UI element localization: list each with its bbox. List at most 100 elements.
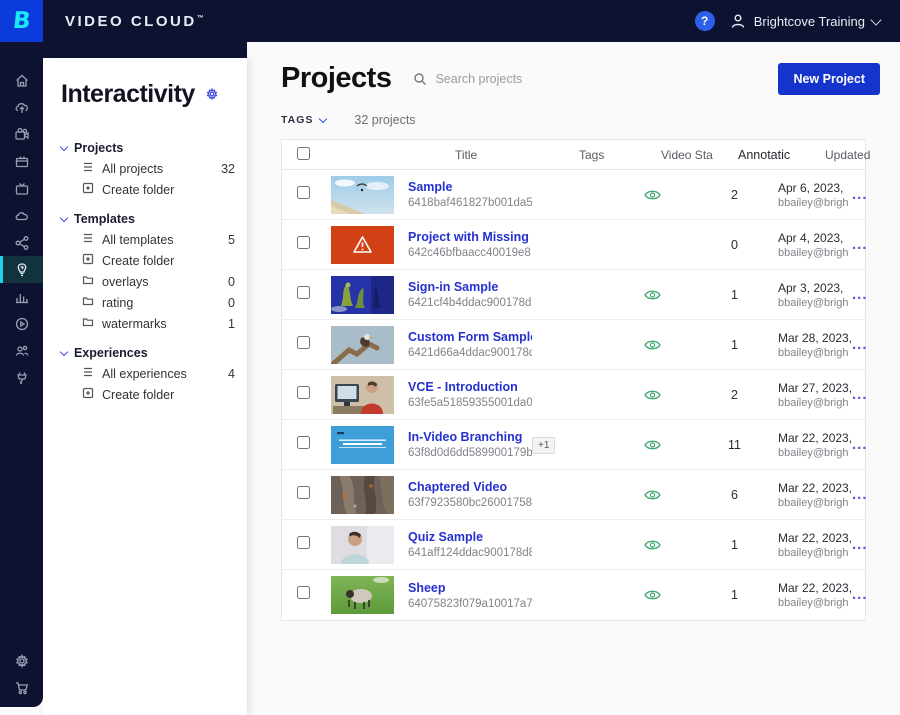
updated-by: bbailey@brigh [778, 197, 852, 209]
thumbnail-presenter-at-desk[interactable] [331, 376, 394, 414]
thumbnail-paraglider-beach[interactable] [331, 176, 394, 214]
row-checkbox[interactable] [297, 536, 310, 549]
brightcove-logo[interactable]: B [0, 0, 43, 42]
left-icon-rail [0, 42, 43, 707]
list-icon [82, 365, 94, 383]
cloud-icon [14, 208, 30, 224]
project-title-link[interactable]: Project with Missing V [408, 230, 532, 244]
row-checkbox[interactable] [297, 486, 310, 499]
thumbnail-eagle-on-branch[interactable] [331, 326, 394, 364]
project-title-link[interactable]: Sign-in Sample [408, 280, 532, 294]
video-active-eye-icon [644, 489, 661, 501]
rail-item-interactivity[interactable] [0, 256, 43, 283]
updated-date: Mar 22, 2023, [778, 581, 852, 595]
thumbnail-blue-title-slide[interactable] [331, 426, 394, 464]
help-icon[interactable]: ? [695, 11, 715, 31]
row-checkbox[interactable] [297, 386, 310, 399]
tree-head-projects[interactable]: Projects [61, 137, 247, 158]
col-header-video-status[interactable]: Video Sta [661, 148, 738, 162]
sidebar-item-create-folder-experiences[interactable]: Create folder [61, 384, 239, 405]
row-menu-button[interactable]: ... [852, 342, 868, 348]
add-folder-icon [82, 386, 94, 404]
new-project-button[interactable]: New Project [778, 63, 880, 95]
chevron-down-icon [60, 347, 68, 355]
row-menu-button[interactable]: ... [852, 442, 868, 448]
rail-item-playlists[interactable] [0, 148, 43, 175]
add-folder-icon [82, 181, 94, 199]
col-header-title[interactable]: Title [455, 148, 579, 162]
sidebar-item-all-projects[interactable]: All projects 32 [61, 158, 239, 179]
project-title-link[interactable]: Sheep [408, 581, 532, 595]
search-input[interactable] [435, 72, 585, 86]
shopping-cart-icon [14, 680, 30, 696]
sidebar-item-all-templates[interactable]: All templates 5 [61, 229, 239, 250]
row-checkbox[interactable] [297, 236, 310, 249]
rail-item-upload[interactable] [0, 94, 43, 121]
project-title-link[interactable]: Custom Form Sample [408, 330, 532, 344]
sidebar-item-create-folder-projects[interactable]: Create folder [61, 179, 239, 200]
thumbnail-underwater-seadragon[interactable] [331, 276, 394, 314]
sidebar-item-folder-rating[interactable]: rating 0 [61, 292, 239, 313]
rail-item-publish-share[interactable] [0, 229, 43, 256]
rail-item-integrations[interactable] [0, 364, 43, 391]
select-all-checkbox[interactable] [297, 147, 310, 160]
row-menu-button[interactable]: ... [852, 192, 868, 198]
row-checkbox[interactable] [297, 586, 310, 599]
row-checkbox[interactable] [297, 436, 310, 449]
updated-date: Mar 27, 2023, [778, 381, 852, 395]
interactivity-settings-gear-icon[interactable] [205, 87, 219, 106]
row-checkbox[interactable] [297, 186, 310, 199]
tags-label: TAGS [281, 114, 313, 126]
rail-item-marketplace[interactable] [0, 674, 43, 701]
project-count: 32 projects [354, 113, 415, 127]
sidebar-item-folder-overlays[interactable]: overlays 0 [61, 271, 239, 292]
project-title-link[interactable]: In-Video Branching [408, 430, 532, 444]
rail-item-audience[interactable] [0, 337, 43, 364]
rail-item-home[interactable] [0, 67, 43, 94]
table-row: VCE - Introduction63fe5a51859355001da0 2… [282, 370, 865, 420]
tag-count-badge[interactable]: +1 [532, 437, 555, 454]
project-title-link[interactable]: VCE - Introduction [408, 380, 532, 394]
section-label: Templates [74, 212, 135, 226]
row-menu-button[interactable]: ... [852, 392, 868, 398]
chevron-down-icon [60, 142, 68, 150]
thumbnail-sheep-in-field[interactable] [331, 576, 394, 614]
user-menu[interactable]: Brightcove Training [729, 12, 880, 30]
row-checkbox[interactable] [297, 336, 310, 349]
sidebar-item-create-folder-templates[interactable]: Create folder [61, 250, 239, 271]
rail-item-live[interactable] [0, 175, 43, 202]
thumbnail-man-blue-shirt[interactable] [331, 526, 394, 564]
annotation-count: 2 [691, 188, 778, 202]
tree-head-templates[interactable]: Templates [61, 208, 247, 229]
row-menu-button[interactable]: ... [852, 542, 868, 548]
row-menu-button[interactable]: ... [852, 592, 868, 598]
tree-head-experiences[interactable]: Experiences [61, 342, 247, 363]
row-checkbox[interactable] [297, 286, 310, 299]
tags-filter-toggle[interactable]: TAGS [281, 114, 326, 126]
section-label: Experiences [74, 346, 148, 360]
row-menu-button[interactable]: ... [852, 242, 868, 248]
sidebar-item-folder-watermarks[interactable]: watermarks 1 [61, 313, 239, 334]
rail-item-media[interactable] [0, 121, 43, 148]
col-header-annotations[interactable]: Annotatic [738, 148, 825, 162]
play-circle-icon [14, 316, 30, 332]
project-title-link[interactable]: Sample [408, 180, 532, 194]
project-id: 6418baf461827b001da5a [408, 197, 532, 209]
rail-item-analytics[interactable] [0, 283, 43, 310]
project-id: 63f7923580bc26001758 [408, 497, 532, 509]
sidebar-item-all-experiences[interactable]: All experiences 4 [61, 363, 239, 384]
annotation-count: 1 [691, 288, 778, 302]
thumbnail-tree-bark[interactable] [331, 476, 394, 514]
col-header-updated[interactable]: Updated [825, 148, 899, 162]
rail-item-players[interactable] [0, 310, 43, 337]
row-menu-button[interactable]: ... [852, 292, 868, 298]
col-header-tags[interactable]: Tags [579, 148, 661, 162]
rail-item-settings[interactable] [0, 647, 43, 674]
upload-cloud-icon [14, 100, 30, 116]
project-title-link[interactable]: Quiz Sample [408, 530, 532, 544]
row-menu-button[interactable]: ... [852, 492, 868, 498]
project-title-link[interactable]: Chaptered Video [408, 480, 532, 494]
tv-icon [14, 181, 30, 197]
thumbnail-missing-video-warning[interactable] [331, 226, 394, 264]
rail-item-cloud-playout[interactable] [0, 202, 43, 229]
